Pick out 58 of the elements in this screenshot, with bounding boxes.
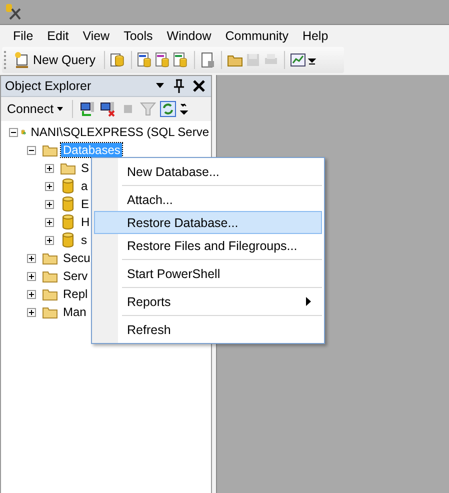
tree-item[interactable]: a (79, 179, 90, 193)
database-query-icon[interactable] (172, 52, 189, 68)
app-icon (4, 3, 22, 21)
menu-item[interactable]: Window (160, 29, 218, 43)
menu-item[interactable]: Attach... (94, 188, 322, 211)
database-icon (60, 232, 76, 248)
connect-button[interactable]: Connect (5, 102, 65, 116)
menu-item[interactable]: New Database... (94, 160, 322, 183)
pin-icon[interactable] (173, 79, 185, 93)
tree-item[interactable]: NANI\SQLEXPRESS (SQL Serve (28, 125, 211, 139)
tree-item[interactable]: Repl (61, 287, 90, 301)
expand-icon[interactable] (27, 272, 36, 280)
menu-item[interactable]: Restore Database... (94, 211, 322, 234)
expand-icon[interactable] (27, 308, 36, 316)
database-icon (60, 214, 76, 230)
expand-icon[interactable] (45, 218, 54, 226)
tree-item[interactable]: Secu (61, 251, 92, 265)
expand-icon[interactable] (27, 290, 36, 298)
menu-item[interactable]: Help (295, 29, 336, 43)
refresh-icon[interactable] (160, 101, 176, 117)
dropdown-icon[interactable] (155, 82, 165, 90)
disconnect-icon[interactable] (100, 101, 116, 117)
connect-icon[interactable] (80, 101, 96, 117)
collapse-icon[interactable] (9, 128, 18, 136)
menu-item[interactable]: Reports (94, 290, 322, 313)
database-query-icon[interactable] (154, 52, 171, 68)
close-icon[interactable] (193, 80, 205, 92)
expand-icon[interactable] (45, 236, 54, 244)
caret-icon (56, 107, 63, 111)
database-icon (60, 196, 76, 212)
document-icon (14, 52, 30, 68)
expand-icon[interactable] (27, 254, 36, 262)
expand-icon[interactable] (45, 200, 54, 208)
database-icon (60, 178, 76, 194)
menu-item[interactable]: Start PowerShell (94, 262, 322, 285)
tree-item[interactable]: H (79, 215, 92, 229)
menu-item[interactable]: Tools (116, 29, 160, 43)
tree-item[interactable]: s (79, 233, 89, 247)
collapse-icon[interactable] (27, 146, 36, 154)
chart-window-icon[interactable] (290, 52, 306, 68)
tree-item[interactable]: Man (61, 305, 88, 319)
tree-item[interactable]: S (79, 161, 92, 175)
menu-item[interactable]: Restore Files and Filegroups... (94, 234, 322, 257)
menu-item[interactable]: File (6, 29, 40, 43)
overflow-icon[interactable] (180, 102, 188, 116)
menu-item[interactable]: View (76, 29, 117, 43)
menu-item[interactable]: Edit (40, 29, 76, 43)
expand-icon[interactable] (45, 164, 54, 172)
database-query-icon[interactable] (136, 52, 153, 68)
menu-item[interactable]: Community (218, 29, 296, 43)
new-query-button[interactable]: New Query (11, 50, 99, 70)
tree-item[interactable]: E (79, 197, 92, 211)
menu-item[interactable]: Refresh (94, 318, 322, 341)
page-icon[interactable] (200, 52, 216, 68)
database-query-icon[interactable] (110, 52, 126, 68)
panel-title: Object Explorer (5, 79, 92, 93)
tree-item[interactable]: Serv (61, 269, 90, 283)
expand-icon[interactable] (45, 182, 54, 190)
